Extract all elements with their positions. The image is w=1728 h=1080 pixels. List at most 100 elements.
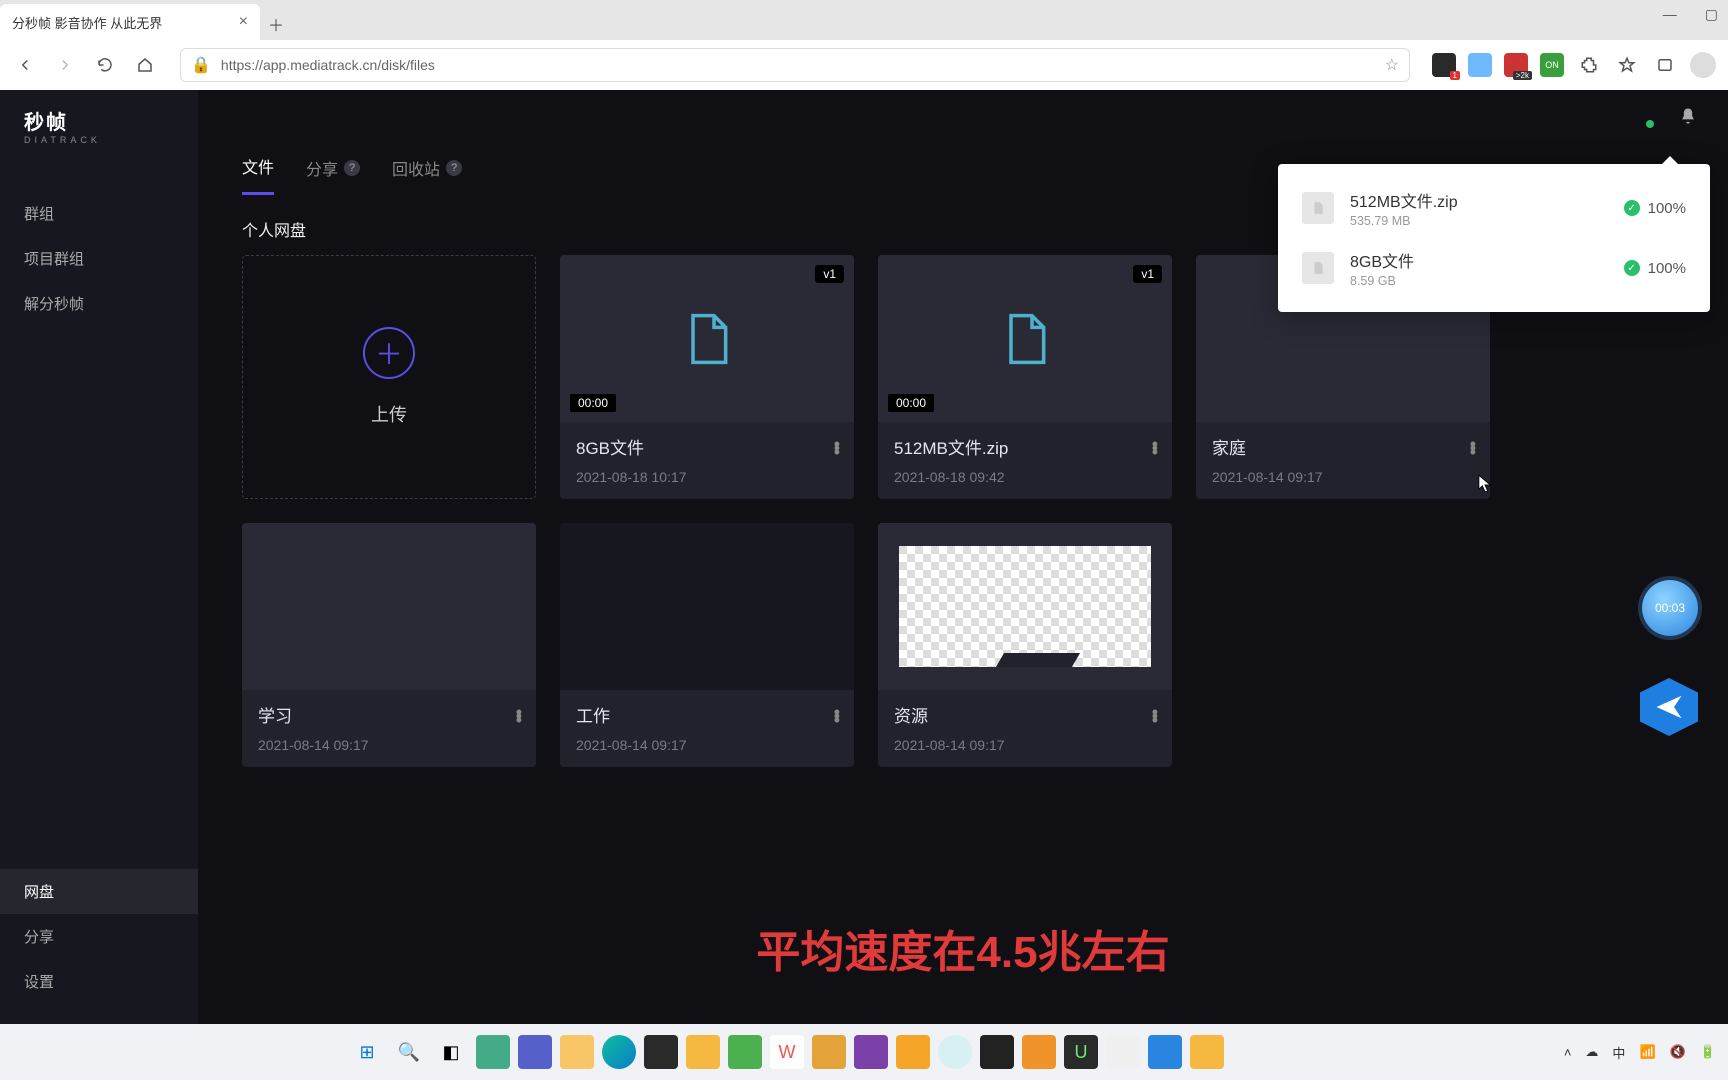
upload-item[interactable]: 8GB文件 8.59 GB ✓ 100% <box>1278 238 1710 298</box>
browser-chrome: 分秒帧 影音协作 从此无界 × ＋ — ▢ 🔒 https://app.medi… <box>0 0 1728 90</box>
tab-files[interactable]: 文件 <box>242 154 274 195</box>
close-tab-icon[interactable]: × <box>239 13 248 31</box>
ext-icon-bird[interactable] <box>1468 53 1492 77</box>
minimize-icon[interactable]: — <box>1663 6 1677 23</box>
main-panel: 文件 分享? 回收站? 个人网盘 6项 ＋ 上传 v1 00:00 8GB文件 <box>198 90 1728 1024</box>
sidebar-item-disk[interactable]: 网盘 <box>0 869 198 914</box>
app-icon[interactable] <box>812 1035 846 1069</box>
logo: 秒帧 DIATRACK <box>0 90 198 161</box>
volume-icon[interactable]: 🔇 <box>1670 1044 1686 1060</box>
card-date: 2021-08-14 09:17 <box>1212 469 1474 485</box>
version-badge: v1 <box>815 265 844 283</box>
file-card[interactable]: v1 00:00 8GB文件 2021-08-18 10:17 ••• <box>560 255 854 499</box>
overlay-caption: 平均速度在4.5兆左右 <box>198 916 1728 980</box>
file-card[interactable]: v1 00:00 512MB文件.zip 2021-08-18 09:42 ••… <box>878 255 1172 499</box>
home-button[interactable] <box>132 52 158 78</box>
extensions-button[interactable] <box>1576 52 1602 78</box>
more-icon[interactable]: ••• <box>834 442 840 454</box>
maximize-icon[interactable]: ▢ <box>1705 6 1718 23</box>
tray-chevron-icon[interactable]: ˄ <box>1564 1045 1572 1060</box>
sidebar: 秒帧 DIATRACK 群组 项目群组 解分秒帧 网盘 分享 设置 <box>0 90 198 1024</box>
more-icon[interactable]: ••• <box>516 710 522 722</box>
ext-icon-on[interactable]: ON <box>1540 53 1564 77</box>
wifi-icon[interactable]: 📶 <box>1639 1044 1655 1060</box>
record-timer[interactable]: 00:03 <box>1642 580 1698 636</box>
file-card[interactable]: 工作 2021-08-14 09:17 ••• <box>560 523 854 767</box>
app-icon[interactable] <box>644 1035 678 1069</box>
folder-thumb <box>242 523 536 690</box>
battery-icon[interactable]: 🔋 <box>1700 1044 1716 1060</box>
refresh-button[interactable] <box>92 52 118 78</box>
help-icon[interactable]: ? <box>446 160 462 176</box>
file-card[interactable]: 资源 2021-08-14 09:17 ••• <box>878 523 1172 767</box>
profile-button[interactable] <box>1690 52 1716 78</box>
chat-icon[interactable] <box>518 1035 552 1069</box>
tab-strip: 分秒帧 影音协作 从此无界 × ＋ <box>0 0 1728 40</box>
card-date: 2021-08-18 09:42 <box>894 469 1156 485</box>
collections-button[interactable] <box>1652 52 1678 78</box>
upload-label: 上传 <box>371 401 407 427</box>
app-icon[interactable] <box>1022 1035 1056 1069</box>
card-title: 家庭 <box>1212 434 1474 459</box>
card-title: 资源 <box>894 702 1156 727</box>
duration-badge: 00:00 <box>570 394 616 412</box>
browser-tab[interactable]: 分秒帧 影音协作 从此无界 × <box>0 4 260 40</box>
back-button[interactable] <box>12 52 38 78</box>
taskview-icon[interactable]: ◧ <box>434 1035 468 1069</box>
more-icon[interactable]: ••• <box>1470 442 1476 454</box>
app-icon[interactable] <box>980 1035 1014 1069</box>
sidebar-item-share2[interactable]: 分享 <box>0 914 198 959</box>
app-icon[interactable]: W <box>770 1035 804 1069</box>
edge-icon[interactable] <box>602 1035 636 1069</box>
check-icon: ✓ <box>1624 260 1640 276</box>
app-icon[interactable]: U <box>1064 1035 1098 1069</box>
forward-button[interactable] <box>52 52 78 78</box>
bell-icon[interactable] <box>1678 106 1698 126</box>
favorite-icon[interactable]: ☆ <box>1385 55 1399 75</box>
address-bar[interactable]: 🔒 https://app.mediatrack.cn/disk/files ☆ <box>180 48 1410 82</box>
card-date: 2021-08-14 09:17 <box>576 737 838 753</box>
card-date: 2021-08-14 09:17 <box>894 737 1156 753</box>
more-icon[interactable]: ••• <box>1152 442 1158 454</box>
upload-item[interactable]: 512MB文件.zip 535.79 MB ✓ 100% <box>1278 178 1710 238</box>
onedrive-icon[interactable]: ☁ <box>1585 1044 1598 1060</box>
app-icon[interactable] <box>686 1035 720 1069</box>
more-icon[interactable]: ••• <box>834 710 840 722</box>
app-icon[interactable] <box>896 1035 930 1069</box>
card-date: 2021-08-18 10:17 <box>576 469 838 485</box>
upload-size: 8.59 GB <box>1350 274 1608 288</box>
file-card[interactable]: 学习 2021-08-14 09:17 ••• <box>242 523 536 767</box>
explorer-icon[interactable] <box>560 1035 594 1069</box>
more-icon[interactable]: ••• <box>1152 710 1158 722</box>
app-icon[interactable] <box>938 1035 972 1069</box>
app-icon[interactable] <box>728 1035 762 1069</box>
help-icon[interactable]: ? <box>344 160 360 176</box>
new-tab-button[interactable]: ＋ <box>260 8 292 40</box>
favorites-button[interactable] <box>1614 52 1640 78</box>
sidebar-item-team[interactable]: 群组 <box>0 191 198 236</box>
app-icon[interactable] <box>1106 1035 1140 1069</box>
ext-icon-1[interactable]: 1 <box>1432 53 1456 77</box>
upload-card[interactable]: ＋ 上传 <box>242 255 536 499</box>
start-button[interactable]: ⊞ <box>350 1035 384 1069</box>
tab-trash[interactable]: 回收站? <box>392 156 462 194</box>
transfer-icon[interactable] <box>1632 106 1652 126</box>
app-icon[interactable] <box>1190 1035 1224 1069</box>
sidebar-item-project[interactable]: 项目群组 <box>0 236 198 281</box>
app-icon[interactable] <box>1148 1035 1182 1069</box>
upload-size: 535.79 MB <box>1350 214 1608 228</box>
ext-icon-3[interactable]: >2k <box>1504 53 1528 77</box>
search-icon[interactable]: 🔍 <box>392 1035 426 1069</box>
app-icon[interactable] <box>854 1035 888 1069</box>
sidebar-item-settings[interactable]: 设置 <box>0 959 198 1004</box>
ime-indicator[interactable]: 中 <box>1612 1043 1625 1062</box>
file-grid: ＋ 上传 v1 00:00 8GB文件 2021-08-18 10:17 •••… <box>198 255 1728 767</box>
tab-title: 分秒帧 影音协作 从此无界 <box>12 13 162 32</box>
breadcrumb: 个人网盘 <box>242 217 306 241</box>
plus-icon: ＋ <box>363 327 415 379</box>
sidebar-top-group: 群组 项目群组 解分秒帧 <box>0 191 198 326</box>
sidebar-item-about[interactable]: 解分秒帧 <box>0 281 198 326</box>
tab-share[interactable]: 分享? <box>306 156 360 194</box>
upload-name: 512MB文件.zip <box>1350 188 1608 212</box>
widgets-icon[interactable] <box>476 1035 510 1069</box>
